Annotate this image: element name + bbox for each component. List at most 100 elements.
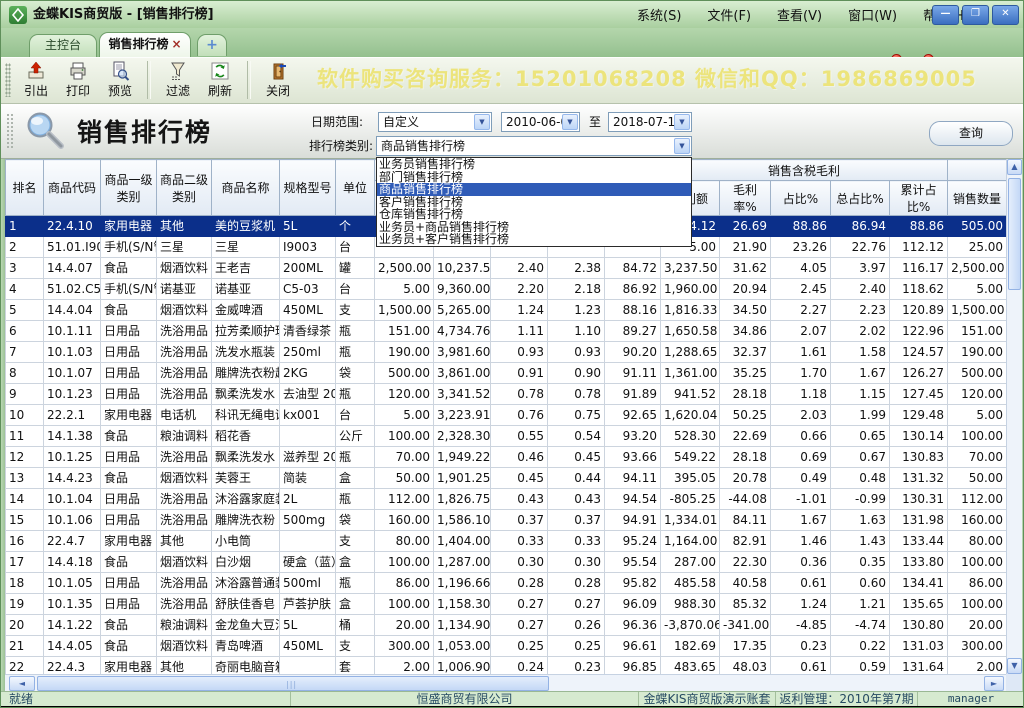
- table-cell: 雕牌洗衣粉超值装: [212, 363, 280, 384]
- table-cell: 86.00: [948, 573, 1006, 594]
- menu-file[interactable]: 文件(F): [707, 5, 751, 24]
- print-button[interactable]: 打印: [57, 59, 99, 102]
- column-header-sales-qty[interactable]: 销售数量: [948, 181, 1006, 216]
- table-cell: 151.00: [948, 321, 1006, 342]
- band-grip: [6, 113, 14, 149]
- table-cell: 50.25: [720, 405, 771, 426]
- dropdown-option[interactable]: 客户销售排行榜: [377, 196, 691, 209]
- table-row[interactable]: 2222.4.3家用电器其他奇丽电脑音箱套2.001,006.900.240.2…: [6, 657, 1007, 675]
- table-cell: kx001: [280, 405, 336, 426]
- combo-arrow-icon[interactable]: ▼: [674, 138, 690, 154]
- table-cell: 94.91: [605, 510, 661, 531]
- ranking-category-select[interactable]: 商品销售排行榜▼: [376, 136, 692, 156]
- column-header-product-code[interactable]: 商品代码: [44, 160, 101, 216]
- column-header-category2[interactable]: 商品二级类别: [157, 160, 212, 216]
- table-cell: 500.00: [948, 363, 1006, 384]
- column-header-share[interactable]: 占比%: [771, 181, 831, 216]
- dropdown-option[interactable]: 业务员+商品销售排行榜: [377, 221, 691, 234]
- column-header-spec[interactable]: 规格型号: [280, 160, 336, 216]
- table-row[interactable]: 314.4.07食品烟酒饮料王老吉200ML罐2,500.0010,237.50…: [6, 258, 1007, 279]
- query-button[interactable]: 查询: [929, 121, 1013, 146]
- column-header-rank[interactable]: 排名: [6, 160, 44, 216]
- table-row[interactable]: 610.1.11日用品洗浴用品拉芳柔顺护理清香绿茶瓶151.004,734.76…: [6, 321, 1007, 342]
- tab-close-icon[interactable]: ×: [171, 37, 181, 51]
- table-cell: 96.85: [605, 657, 661, 675]
- vertical-scroll-thumb[interactable]: [1008, 178, 1021, 290]
- dropdown-option[interactable]: 部门销售排行榜: [377, 171, 691, 184]
- table-cell: 粮油调料: [157, 615, 212, 636]
- tab-main-console[interactable]: 主控台: [29, 34, 97, 57]
- date-to-select[interactable]: 2018-07-16▼: [608, 112, 692, 132]
- table-row[interactable]: 1622.4.7家用电器其他小电筒支80.001,404.000.330.339…: [6, 531, 1007, 552]
- table-row[interactable]: 1510.1.06日用品洗浴用品雕牌洗衣粉500mg袋160.001,586.1…: [6, 510, 1007, 531]
- table-cell: 2.45: [771, 279, 831, 300]
- table-cell: -44.08: [720, 489, 771, 510]
- date-from-select[interactable]: 2010-06-01▼: [501, 112, 580, 132]
- date-range-select[interactable]: 自定义▼: [378, 112, 492, 132]
- table-cell: 0.25: [491, 636, 548, 657]
- table-row[interactable]: 1022.2.1家用电器电话机科讯无绳电话kx001台5.003,223.910…: [6, 405, 1007, 426]
- table-row[interactable]: 810.1.07日用品洗浴用品雕牌洗衣粉超值装2KG袋500.003,861.0…: [6, 363, 1007, 384]
- table-cell: 瓶: [336, 573, 375, 594]
- table-cell: 0.44: [548, 468, 605, 489]
- menu-view[interactable]: 查看(V): [777, 5, 822, 24]
- table-cell: 0.37: [491, 510, 548, 531]
- table-row[interactable]: 1714.4.18食品烟酒饮料白沙烟硬盒（蓝）盒100.001,287.000.…: [6, 552, 1007, 573]
- export-button[interactable]: 引出: [15, 59, 57, 102]
- table-cell: 洗浴用品: [157, 594, 212, 615]
- table-cell: 250ml: [280, 342, 336, 363]
- table-row[interactable]: 2014.1.22食品粮油调料金龙鱼大豆油5L桶20.001,134.900.2…: [6, 615, 1007, 636]
- column-header-unit[interactable]: 单位: [336, 160, 375, 216]
- table-row[interactable]: 1210.1.25日用品洗浴用品飘柔洗发水滋养型 200ml瓶70.001,94…: [6, 447, 1007, 468]
- scroll-down-icon[interactable]: ▼: [1007, 658, 1022, 674]
- combo-arrow-icon[interactable]: ▼: [562, 114, 578, 130]
- combo-arrow-icon[interactable]: ▼: [674, 114, 690, 130]
- vertical-scrollbar[interactable]: ▲ ▼: [1006, 159, 1022, 674]
- maximize-button[interactable]: ❐: [962, 5, 989, 25]
- minimize-button[interactable]: —: [932, 5, 959, 25]
- table-cell: 5L: [280, 216, 336, 237]
- table-cell: 91.89: [605, 384, 661, 405]
- table-row[interactable]: 2114.4.05食品烟酒饮料青岛啤酒450ML支300.001,053.000…: [6, 636, 1007, 657]
- horizontal-scroll-thumb[interactable]: |||: [37, 676, 549, 691]
- refresh-button[interactable]: 刷新: [199, 59, 241, 102]
- scroll-up-icon[interactable]: ▲: [1007, 159, 1022, 175]
- scroll-left-icon[interactable]: ◄: [9, 676, 35, 691]
- horizontal-scrollbar[interactable]: ◄ ||| ►: [5, 674, 1006, 691]
- column-header-category1[interactable]: 商品一级类别: [101, 160, 157, 216]
- table-row[interactable]: 1114.1.38食品粮油调料稻花香公斤100.002,328.300.550.…: [6, 426, 1007, 447]
- table-row[interactable]: 710.1.03日用品洗浴用品洗发水瓶装250ml瓶190.003,981.60…: [6, 342, 1007, 363]
- table-row[interactable]: 1314.4.23食品烟酒饮料芙蓉王简装盒50.001,901.250.450.…: [6, 468, 1007, 489]
- table-cell: 18: [6, 573, 44, 594]
- combo-arrow-icon[interactable]: ▼: [474, 114, 490, 130]
- dropdown-option[interactable]: 仓库销售排行榜: [377, 208, 691, 221]
- table-row[interactable]: 451.02.C5-03手机(S/N管理)诺基亚诺基亚C5-03台5.009,3…: [6, 279, 1007, 300]
- close-view-button[interactable]: 关闭: [257, 59, 299, 102]
- column-header-product-name[interactable]: 商品名称: [212, 160, 280, 216]
- table-cell: 131.03: [890, 636, 948, 657]
- column-header-total-share[interactable]: 总占比%: [831, 181, 890, 216]
- dropdown-option[interactable]: 业务员+客户销售排行榜: [377, 233, 691, 246]
- scroll-right-icon[interactable]: ►: [984, 676, 1004, 691]
- dropdown-option[interactable]: 业务员销售排行榜: [377, 158, 691, 171]
- table-row[interactable]: 1910.1.35日用品洗浴用品舒肤佳香皂芦荟护肤盒100.001,158.30…: [6, 594, 1007, 615]
- table-cell: 洗浴用品: [157, 573, 212, 594]
- column-header-gross-margin[interactable]: 毛利率%: [720, 181, 771, 216]
- table-cell: 青岛啤酒: [212, 636, 280, 657]
- dropdown-option[interactable]: 商品销售排行榜: [377, 183, 691, 196]
- table-cell: 0.23: [771, 636, 831, 657]
- close-button[interactable]: ✕: [992, 5, 1019, 25]
- menu-window[interactable]: 窗口(W): [848, 5, 897, 24]
- table-row[interactable]: 910.1.23日用品洗浴用品飘柔洗发水去油型 200ml瓶120.003,34…: [6, 384, 1007, 405]
- preview-button[interactable]: 预览: [99, 59, 141, 102]
- table-row[interactable]: 1810.1.05日用品洗浴用品沐浴露普通装500ml瓶86.001,196.6…: [6, 573, 1007, 594]
- tab-sales-ranking[interactable]: 销售排行榜×: [99, 32, 191, 57]
- toolbar-grip[interactable]: [5, 63, 11, 97]
- table-cell: 1.99: [831, 405, 890, 426]
- table-row[interactable]: 514.4.04食品烟酒饮料金威啤酒450ML支1,500.005,265.00…: [6, 300, 1007, 321]
- table-row[interactable]: 1410.1.04日用品洗浴用品沐浴露家庭装2L瓶112.001,826.750…: [6, 489, 1007, 510]
- new-tab-button[interactable]: +: [197, 34, 227, 56]
- filter-button[interactable]: 过滤: [157, 59, 199, 102]
- menu-system[interactable]: 系统(S): [637, 5, 681, 24]
- column-header-cumulative-share[interactable]: 累计占比%: [890, 181, 948, 216]
